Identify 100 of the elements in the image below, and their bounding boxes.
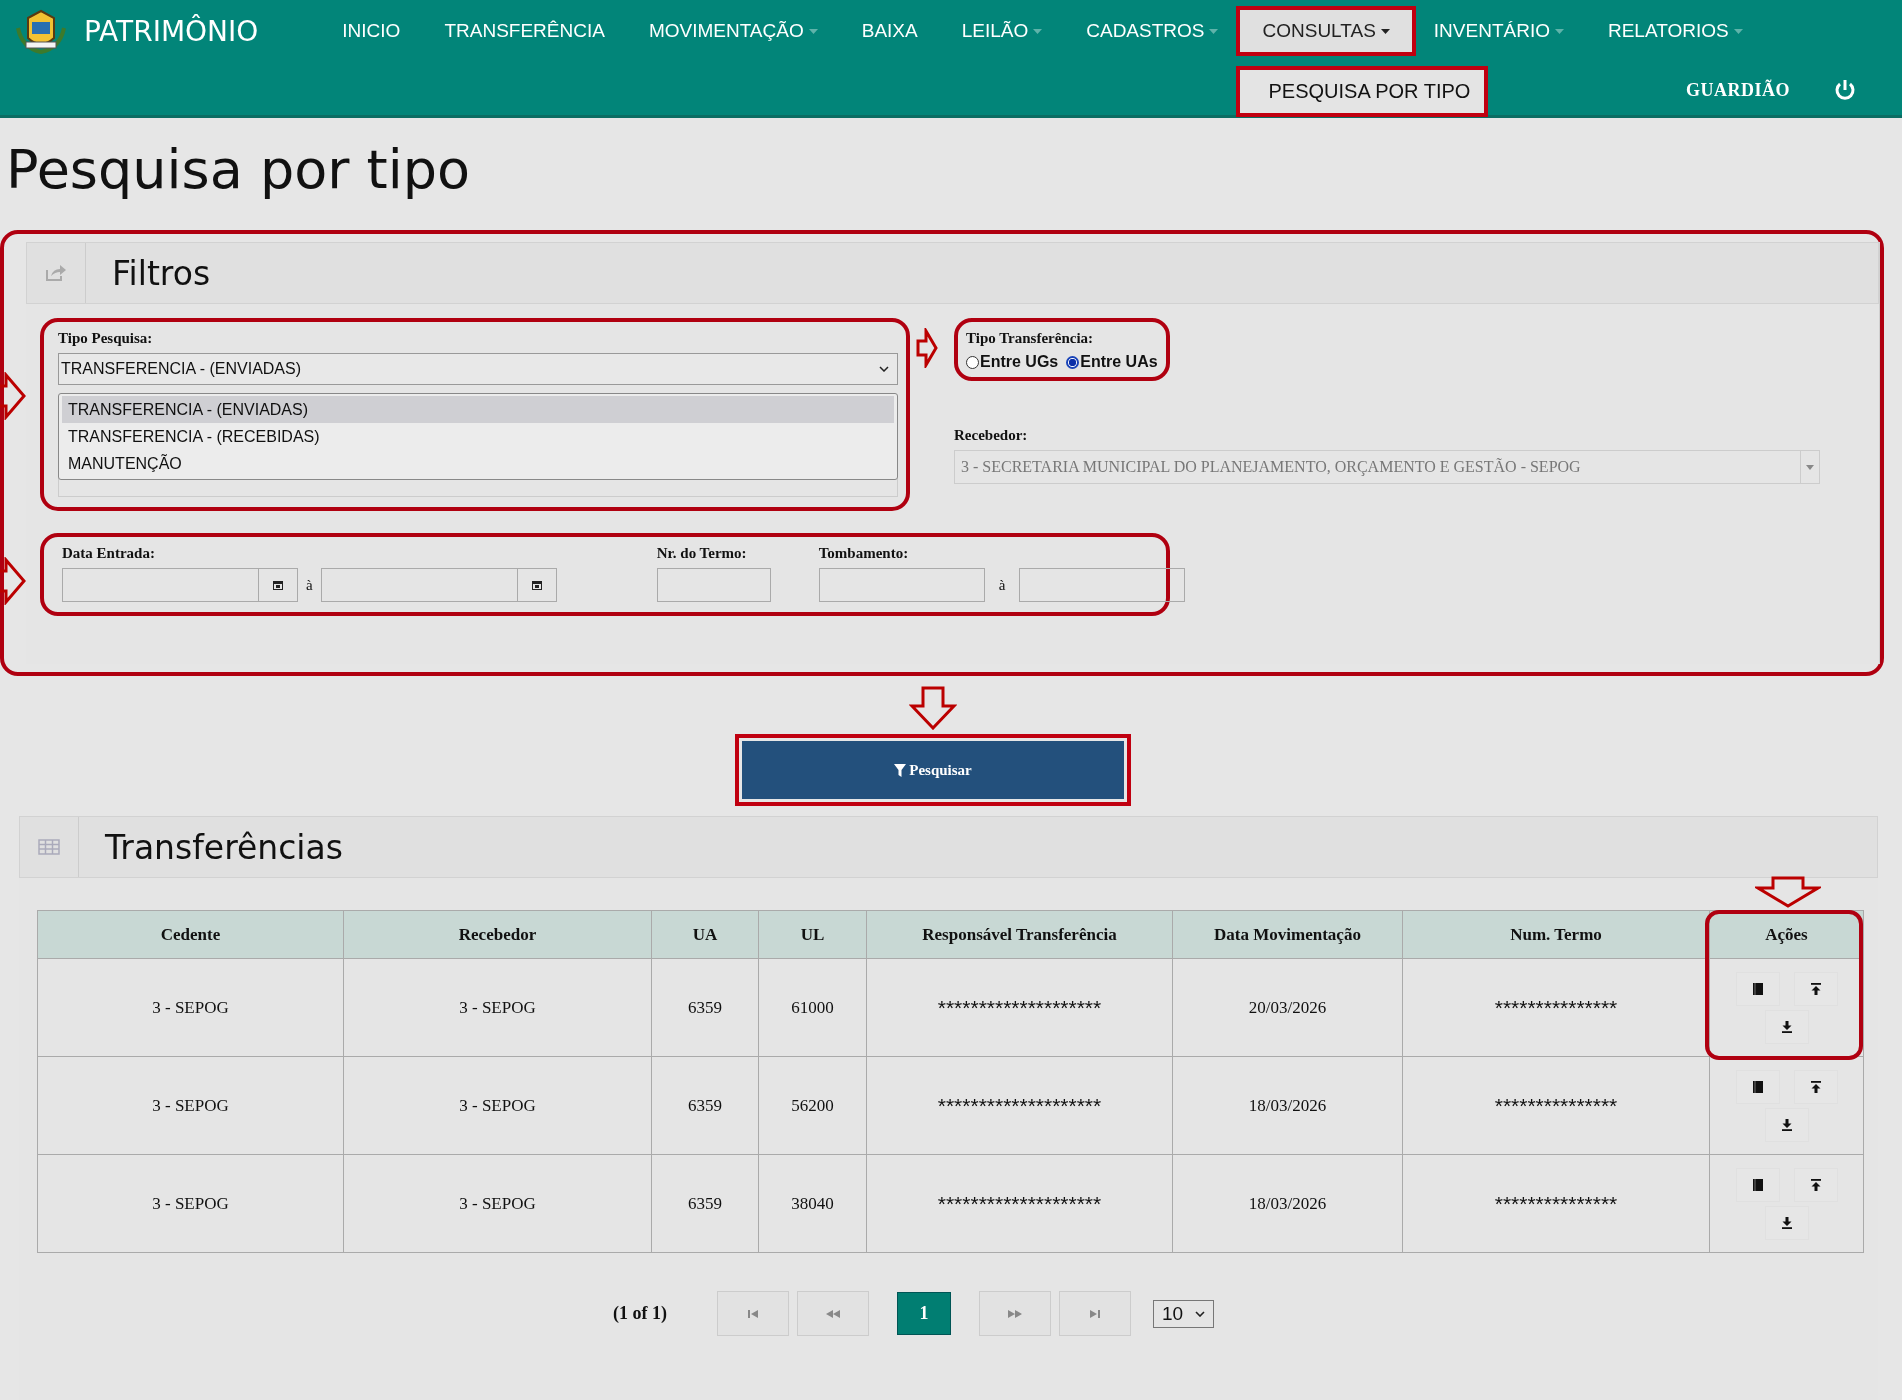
date-field[interactable] bbox=[62, 568, 298, 602]
nav-item[interactable]: INVENTÁRIO bbox=[1411, 10, 1586, 52]
table-cell: 3 - SEPOG bbox=[37, 1056, 344, 1155]
first-icon bbox=[745, 1309, 760, 1318]
dropdown-option[interactable]: TRANSFERENCIA - (RECEBIDAS) bbox=[62, 423, 894, 450]
caret-icon bbox=[1554, 28, 1564, 34]
download-button[interactable] bbox=[1764, 1205, 1809, 1240]
date-field[interactable] bbox=[320, 568, 557, 602]
table-cell: 18/03/2026 bbox=[1172, 1056, 1403, 1155]
view-button[interactable] bbox=[1735, 1069, 1780, 1104]
page-title: Pesquisa por tipo bbox=[5, 137, 472, 203]
table-cell: *************** bbox=[1402, 958, 1710, 1057]
panel-title: Transferências bbox=[104, 827, 343, 867]
caret-icon bbox=[1806, 464, 1814, 470]
column-header: Recebedor bbox=[343, 910, 652, 959]
page-button[interactable]: 1 bbox=[896, 1292, 951, 1335]
nav-item[interactable]: CADASTROS bbox=[1064, 10, 1241, 52]
search-button[interactable]: Pesquisar bbox=[742, 741, 1124, 799]
table-cell: 6359 bbox=[651, 1056, 759, 1155]
table-cell: 18/03/2026 bbox=[1172, 1154, 1403, 1253]
nav-item[interactable]: BAIXA bbox=[839, 10, 940, 52]
asset-input[interactable] bbox=[1019, 568, 1186, 602]
range-separator: à bbox=[306, 576, 313, 594]
dropdown-option[interactable]: MANUTENÇÃO bbox=[62, 450, 894, 477]
download-icon bbox=[1781, 1118, 1792, 1131]
upload-button[interactable] bbox=[1793, 1069, 1838, 1104]
download-icon bbox=[1781, 1020, 1792, 1033]
book-icon bbox=[1752, 1178, 1763, 1191]
field-label: Tombamento: bbox=[818, 545, 910, 562]
table-cell: 61000 bbox=[758, 958, 867, 1057]
table-cell: 56200 bbox=[758, 1056, 867, 1155]
book-icon bbox=[1752, 982, 1763, 995]
type-select[interactable]: TRANSFERENCIA - (ENVIADAS) bbox=[58, 353, 898, 385]
field-label: Recebedor: bbox=[954, 427, 1029, 444]
book-icon bbox=[1752, 1080, 1763, 1093]
calendar-icon bbox=[531, 580, 542, 590]
field-label: Data Entrada: bbox=[62, 545, 156, 562]
upload-icon bbox=[1810, 1080, 1821, 1093]
table-cell: 3 - SEPOG bbox=[343, 958, 652, 1057]
table-cell: 6359 bbox=[651, 1154, 759, 1253]
caret-icon bbox=[1380, 28, 1390, 34]
field-label: Tipo Transferência: bbox=[966, 330, 1095, 347]
table-cell: 6359 bbox=[651, 958, 759, 1057]
radio-option[interactable]: Entre UAs bbox=[1066, 353, 1158, 371]
nav-item[interactable]: LEILÃO bbox=[939, 10, 1065, 52]
nav-item[interactable]: TRANSFERÊNCIA bbox=[422, 10, 627, 52]
annotation-arrow bbox=[916, 328, 938, 368]
nav-item[interactable]: MOVIMENTAÇÃO bbox=[626, 10, 840, 52]
asset-input[interactable] bbox=[818, 568, 985, 602]
annotation-arrow bbox=[909, 686, 957, 730]
page-summary: (1 of 1) bbox=[612, 1303, 667, 1324]
column-header: Num. Termo bbox=[1402, 910, 1710, 959]
chevron-icon bbox=[1195, 1310, 1206, 1317]
page-size-select[interactable]: 10 bbox=[1152, 1299, 1215, 1328]
chevron-icon bbox=[879, 366, 889, 372]
caret-icon bbox=[1209, 28, 1219, 34]
dropdown-option[interactable]: TRANSFERENCIA - (ENVIADAS) bbox=[62, 396, 894, 423]
table-cell: ******************** bbox=[866, 958, 1173, 1057]
table-cell: 3 - SEPOG bbox=[37, 958, 344, 1057]
panel-title: Filtros bbox=[111, 253, 211, 293]
field-label: Tipo Pesquisa: bbox=[58, 330, 154, 347]
table-cell: ******************** bbox=[866, 1154, 1173, 1253]
table-cell: 3 - SEPOG bbox=[37, 1154, 344, 1253]
caret-icon bbox=[1033, 28, 1043, 34]
column-header: UL bbox=[758, 910, 867, 959]
upload-button[interactable] bbox=[1793, 1167, 1838, 1202]
field-label: Nr. do Termo: bbox=[656, 545, 748, 562]
app-title: PATRIMÔNIO bbox=[84, 14, 259, 48]
term-input[interactable] bbox=[656, 568, 771, 602]
power-icon[interactable] bbox=[1834, 79, 1856, 101]
rewind-icon bbox=[824, 1309, 841, 1318]
radio-option[interactable]: Entre UGs bbox=[966, 353, 1059, 371]
upload-button[interactable] bbox=[1793, 971, 1838, 1006]
view-button[interactable] bbox=[1735, 971, 1780, 1006]
table-cell: ******************** bbox=[866, 1056, 1173, 1155]
download-button[interactable] bbox=[1764, 1107, 1809, 1142]
table-cell: 38040 bbox=[758, 1154, 867, 1253]
user-name: GUARDIÃO bbox=[1686, 79, 1790, 101]
table-icon bbox=[38, 839, 60, 855]
calendar-icon bbox=[273, 580, 283, 590]
column-header: Responsável Transferência bbox=[866, 910, 1173, 959]
caret-icon bbox=[1733, 28, 1743, 34]
table-cell: 20/03/2026 bbox=[1172, 958, 1403, 1057]
upload-icon bbox=[1810, 1178, 1821, 1191]
nav-item[interactable]: INICIO bbox=[320, 10, 423, 52]
table-cell: 3 - SEPOG bbox=[343, 1056, 652, 1155]
upload-icon bbox=[1810, 982, 1821, 995]
range-separator: à bbox=[998, 576, 1006, 594]
crest-logo bbox=[14, 8, 68, 54]
download-button[interactable] bbox=[1764, 1009, 1809, 1044]
table-cell: *************** bbox=[1402, 1056, 1710, 1155]
table-cell: 3 - SEPOG bbox=[343, 1154, 652, 1253]
table-cell: *************** bbox=[1402, 1154, 1710, 1253]
filter-icon bbox=[894, 763, 907, 777]
view-button[interactable] bbox=[1735, 1167, 1780, 1202]
column-header: Data Movimentação bbox=[1172, 910, 1403, 959]
nav-item[interactable]: RELATORIOS bbox=[1585, 10, 1765, 52]
caret-icon bbox=[808, 28, 818, 34]
column-header: Cedente bbox=[37, 910, 344, 959]
column-header: UA bbox=[651, 910, 759, 959]
